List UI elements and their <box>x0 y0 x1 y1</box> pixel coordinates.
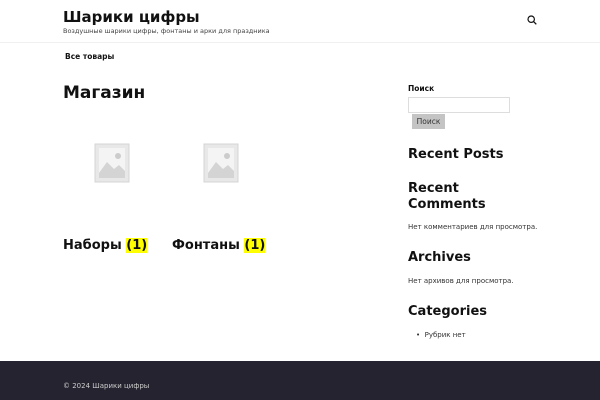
site-tagline: Воздушные шарики цифры, фонтаны и арки д… <box>63 27 270 35</box>
category-count: (1) <box>244 238 266 253</box>
image-placeholder-icon <box>94 143 130 183</box>
categories-title: Categories <box>408 304 488 319</box>
site-footer: © 2024 Шарики цифры <box>0 361 600 400</box>
page-title: Магазин <box>63 83 146 103</box>
nav-item-all-products[interactable]: Все товары <box>65 52 114 61</box>
search-label: Поиск <box>408 84 435 93</box>
archives-title: Archives <box>408 250 471 265</box>
recent-comments-title: Recent Comments <box>408 181 486 212</box>
category-title: Наборы (1) <box>63 238 148 253</box>
recent-comments-text: Нет комментариев для просмотра. <box>408 223 538 231</box>
search-icon[interactable] <box>527 15 537 25</box>
category-count: (1) <box>126 238 148 253</box>
categories-item: • Рубрик нет <box>416 331 466 339</box>
search-input[interactable] <box>408 97 510 113</box>
archives-text: Нет архивов для просмотра. <box>408 277 514 285</box>
recent-posts-title: Recent Posts <box>408 147 504 162</box>
category-title: Фонтаны (1) <box>172 238 266 253</box>
site-header: Шарики цифры Воздушные шарики цифры, фон… <box>0 0 600 43</box>
search-button[interactable]: Поиск <box>412 114 445 129</box>
site-title[interactable]: Шарики цифры <box>63 8 200 26</box>
image-placeholder-icon <box>203 143 239 183</box>
copyright: © 2024 Шарики цифры <box>63 382 150 390</box>
